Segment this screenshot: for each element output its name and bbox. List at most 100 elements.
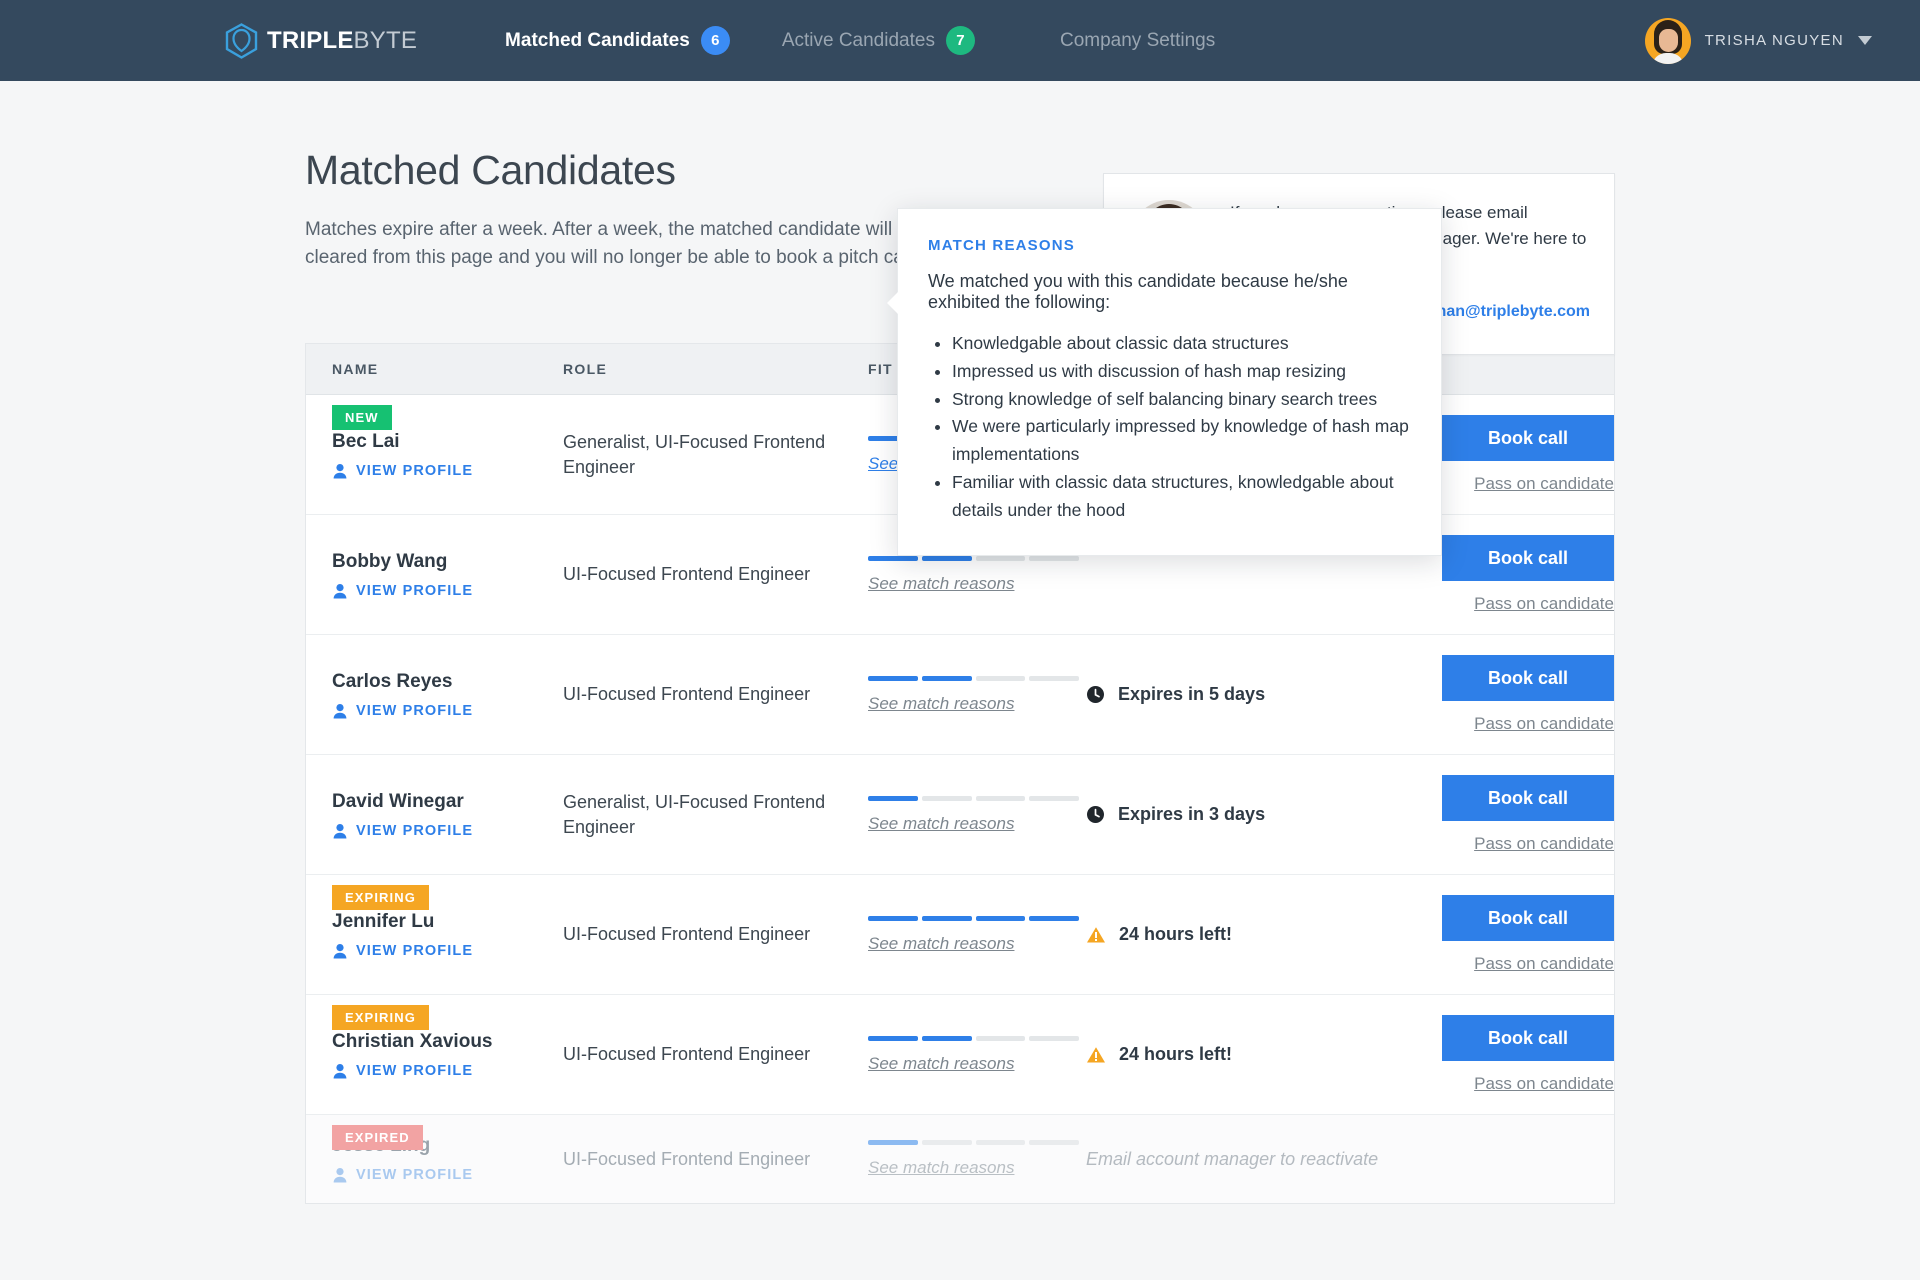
book-call-button[interactable]: Book call xyxy=(1442,655,1614,702)
pass-on-candidate-link[interactable]: Pass on candidate xyxy=(1442,594,1614,614)
candidate-role-cell: UI-Focused Frontend Engineer xyxy=(563,875,868,994)
candidate-role: UI-Focused Frontend Engineer xyxy=(563,564,811,585)
fit-segment xyxy=(868,795,918,801)
fit-segment xyxy=(1029,1140,1079,1146)
popover-reason-item: Familiar with classic data structures, k… xyxy=(952,469,1411,525)
view-profile-label: VIEW PROFILE xyxy=(356,702,474,719)
book-call-button[interactable]: Book call xyxy=(1442,895,1614,942)
fit-segment xyxy=(921,915,972,921)
fit-segment xyxy=(868,915,918,921)
nav-label-matched-candidates: Matched Candidates xyxy=(505,29,690,51)
nav-item-matched-candidates[interactable]: Matched Candidates 6 xyxy=(479,26,756,55)
view-profile-link[interactable]: VIEW PROFILE xyxy=(332,1063,563,1079)
candidate-role-cell: UI-Focused Frontend Engineer xyxy=(563,1115,868,1203)
status-badge: NEW xyxy=(332,405,392,431)
see-match-reasons-link[interactable]: See match reasons xyxy=(868,1054,1086,1074)
view-profile-link[interactable]: VIEW PROFILE xyxy=(332,823,563,839)
status-badge: EXPIRING xyxy=(332,1005,429,1031)
book-call-button[interactable]: Book call xyxy=(1442,775,1614,822)
book-call-button[interactable]: Book call xyxy=(1442,535,1614,582)
view-profile-link[interactable]: VIEW PROFILE xyxy=(332,943,563,959)
popover-reason-item: Impressed us with discussion of hash map… xyxy=(952,358,1411,386)
fit-segment xyxy=(975,795,1026,801)
nav-item-active-candidates[interactable]: Active Candidates 7 xyxy=(756,26,1001,55)
candidate-fit-cell: See match reasons xyxy=(868,755,1086,874)
candidate-expiry-cell: 24 hours left! xyxy=(1086,875,1386,994)
book-call-button[interactable]: Book call xyxy=(1442,1015,1614,1062)
expiry-label: 24 hours left! xyxy=(1119,1044,1233,1065)
candidate-fit-cell: See match reasons xyxy=(868,995,1086,1114)
nav-badge-active-count: 7 xyxy=(945,26,975,55)
pass-on-candidate-link[interactable]: Pass on candidate xyxy=(1442,834,1614,854)
view-profile-label: VIEW PROFILE xyxy=(356,942,474,959)
triplebyte-logo[interactable]: TRIPLEBYTE xyxy=(225,22,418,59)
page-body: Matched Candidates Matches expire after … xyxy=(0,81,1920,1205)
candidate-actions-cell: Book call Pass on candidate xyxy=(1386,995,1614,1114)
see-match-reasons-link[interactable]: See match reasons xyxy=(868,574,1086,594)
see-match-reasons-link[interactable]: See match reasons xyxy=(868,694,1086,714)
candidate-role: UI-Focused Frontend Engineer xyxy=(563,1148,811,1169)
candidate-role-cell: UI-Focused Frontend Engineer xyxy=(563,635,868,754)
fit-segment xyxy=(868,1035,918,1041)
view-profile-link[interactable]: VIEW PROFILE xyxy=(332,703,563,719)
candidate-expiry-cell: Expires in 5 days xyxy=(1086,635,1386,754)
popover-reason-item: Knowledgable about classic data structur… xyxy=(952,330,1411,358)
candidate-actions-cell xyxy=(1386,1115,1614,1203)
view-profile-link[interactable]: VIEW PROFILE xyxy=(332,463,563,479)
clock-icon xyxy=(1087,686,1104,704)
candidate-role-cell: UI-Focused Frontend Engineer xyxy=(563,995,868,1114)
pass-on-candidate-link[interactable]: Pass on candidate xyxy=(1442,954,1614,974)
pass-on-candidate-link[interactable]: Pass on candidate xyxy=(1442,474,1614,494)
user-icon xyxy=(333,1168,347,1183)
fit-segment xyxy=(975,1035,1026,1041)
see-match-reasons-link[interactable]: See match reasons xyxy=(868,1158,1086,1178)
fit-segment xyxy=(868,675,918,681)
table-row: David Winegar VIEW PROFILE Generalist, UI-… xyxy=(306,755,1614,876)
candidate-actions-cell: Book call Pass on candidate xyxy=(1386,635,1614,754)
fit-bar xyxy=(868,675,1079,681)
view-profile-link[interactable]: VIEW PROFILE xyxy=(332,1167,563,1183)
pass-on-candidate-link[interactable]: Pass on candidate xyxy=(1442,714,1614,734)
user-icon xyxy=(333,463,347,479)
match-reasons-popover: MATCH REASONS We matched you with this c… xyxy=(887,208,1442,556)
fit-segment xyxy=(975,915,1026,921)
candidate-name: Carlos Reyes xyxy=(332,670,453,692)
view-profile-label: VIEW PROFILE xyxy=(356,462,474,479)
book-call-button[interactable]: Book call xyxy=(1442,415,1614,462)
candidate-name: Bec Lai xyxy=(332,430,400,452)
nav-label-company-settings: Company Settings xyxy=(1059,29,1216,51)
column-header-name: NAME xyxy=(332,361,379,378)
candidate-role: UI-Focused Frontend Engineer xyxy=(563,924,811,945)
expiry-label: Expires in 5 days xyxy=(1118,684,1266,705)
chevron-down-icon[interactable] xyxy=(1858,36,1872,45)
candidate-fit-cell: See match reasons xyxy=(868,875,1086,994)
fit-bar xyxy=(868,555,1079,561)
nav-item-company-settings[interactable]: Company Settings xyxy=(1034,30,1241,52)
fit-segment xyxy=(921,555,972,561)
view-profile-label: VIEW PROFILE xyxy=(356,582,474,599)
column-header-role: ROLE xyxy=(563,361,608,378)
user-icon xyxy=(333,823,347,839)
warning-icon xyxy=(1087,926,1105,943)
user-icon xyxy=(333,1063,347,1079)
status-badge: EXPIRED xyxy=(332,1125,423,1151)
see-match-reasons-link[interactable]: See match reasons xyxy=(868,814,1086,834)
fit-segment xyxy=(921,795,972,801)
candidate-name-cell: David Winegar VIEW PROFILE xyxy=(332,755,563,874)
view-profile-link[interactable]: VIEW PROFILE xyxy=(332,583,563,599)
fit-segment xyxy=(975,675,1026,681)
fit-segment xyxy=(921,1140,972,1146)
user-menu[interactable]: TRISHA NGUYEN xyxy=(1644,17,1872,64)
nav-links: Matched Candidates 6 Active Candidates 7… xyxy=(479,26,1241,55)
see-match-reasons-link[interactable]: See match reasons xyxy=(868,934,1086,954)
clock-icon xyxy=(1087,806,1104,824)
fit-segment xyxy=(1029,555,1079,561)
view-profile-label: VIEW PROFILE xyxy=(356,1167,474,1184)
pass-on-candidate-link[interactable]: Pass on candidate xyxy=(1442,1074,1614,1094)
fit-bar xyxy=(868,795,1079,801)
expiry-status: 24 hours left! xyxy=(1086,1044,1386,1065)
logo-text-te: TE xyxy=(385,26,418,54)
candidate-fit-cell: See match reasons xyxy=(868,1115,1086,1203)
top-navbar: TRIPLEBYTE Matched Candidates 6 Active C… xyxy=(0,0,1920,81)
candidate-role: UI-Focused Frontend Engineer xyxy=(563,684,811,705)
